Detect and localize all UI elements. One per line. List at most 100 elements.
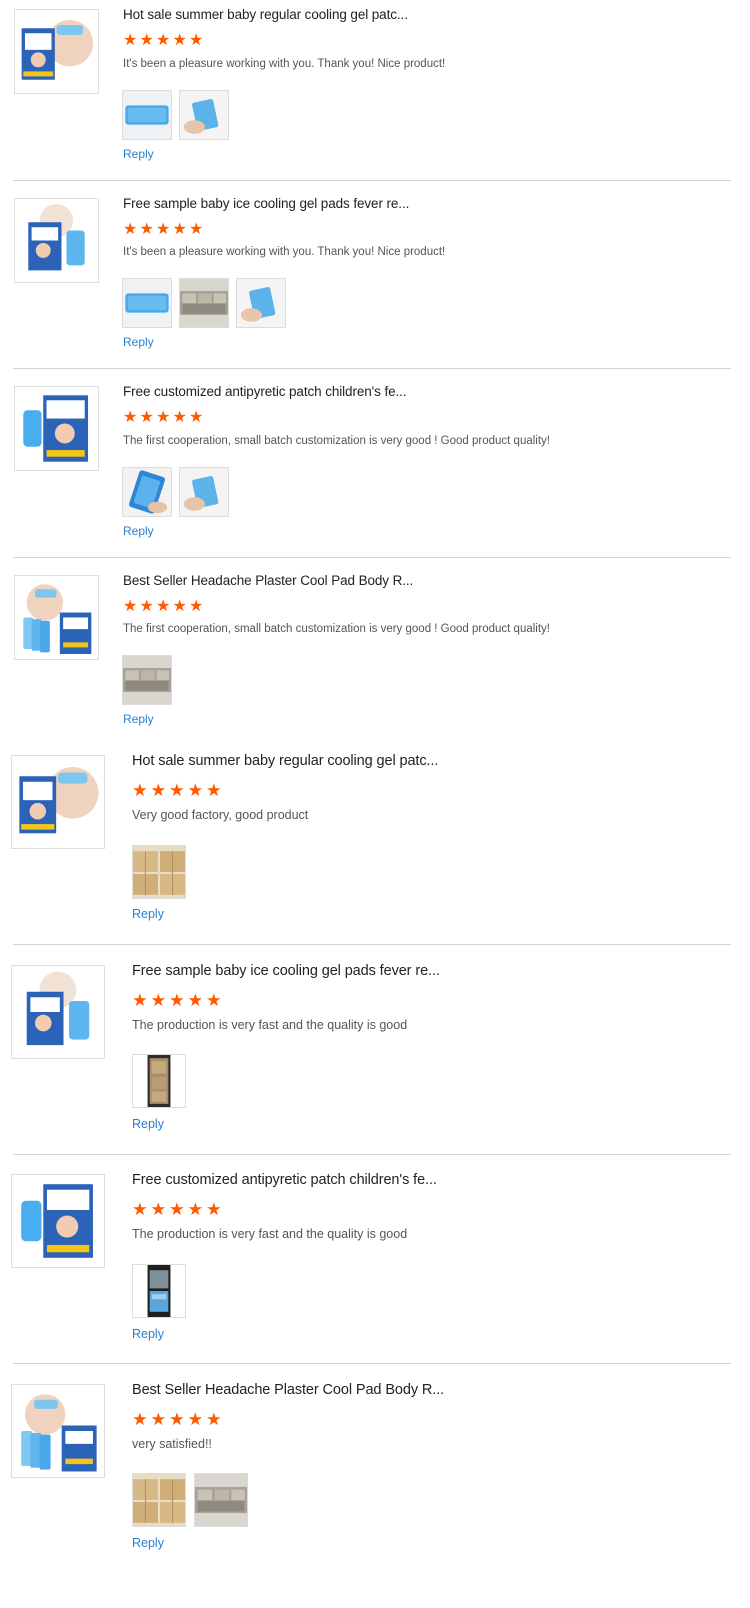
star-rating: ★ ★ ★ ★ ★ xyxy=(132,990,225,1010)
review-photo[interactable] xyxy=(122,467,172,517)
reply-link[interactable]: Reply xyxy=(123,147,154,161)
reply-link[interactable]: Reply xyxy=(132,1327,164,1341)
review-photo[interactable] xyxy=(179,467,229,517)
review-photos xyxy=(122,655,172,705)
divider xyxy=(13,180,731,181)
star-icon: ★ xyxy=(172,598,187,615)
review-comment: The production is very fast and the qual… xyxy=(132,1227,408,1241)
star-icon: ★ xyxy=(132,990,148,1010)
star-icon: ★ xyxy=(132,780,148,800)
star-icon: ★ xyxy=(156,409,171,426)
product-thumbnail[interactable] xyxy=(14,386,99,471)
divider xyxy=(13,1154,731,1155)
product-thumbnail[interactable] xyxy=(14,198,99,283)
review-photo[interactable] xyxy=(122,655,172,705)
star-icon: ★ xyxy=(150,780,167,800)
review-photos xyxy=(132,1264,186,1318)
review-comment: The first cooperation, small batch custo… xyxy=(123,435,550,447)
product-title[interactable]: Free customized antipyretic patch childr… xyxy=(132,1172,437,1188)
reply-link[interactable]: Reply xyxy=(123,712,154,726)
product-image xyxy=(12,1385,104,1477)
star-icon: ★ xyxy=(156,598,171,615)
review-photo[interactable] xyxy=(132,845,186,899)
review-comment: The production is very fast and the qual… xyxy=(132,1018,408,1032)
review-comment: It's been a pleasure working with you. T… xyxy=(123,246,446,258)
product-image xyxy=(12,1175,104,1267)
product-thumbnail[interactable] xyxy=(11,1384,105,1478)
review-photo[interactable] xyxy=(132,1473,186,1527)
divider xyxy=(13,944,731,945)
product-title[interactable]: Best Seller Headache Plaster Cool Pad Bo… xyxy=(123,573,413,588)
star-icon: ★ xyxy=(189,221,204,238)
product-title[interactable]: Free sample baby ice cooling gel pads fe… xyxy=(132,963,440,979)
divider xyxy=(13,368,731,369)
review-photos xyxy=(122,467,229,517)
star-icon: ★ xyxy=(156,32,171,49)
star-icon: ★ xyxy=(187,780,204,800)
reply-link[interactable]: Reply xyxy=(132,907,164,921)
product-title[interactable]: Free customized antipyretic patch childr… xyxy=(123,384,407,399)
review-comment: Very good factory, good product xyxy=(132,808,309,822)
star-icon: ★ xyxy=(139,32,154,49)
product-thumbnail[interactable] xyxy=(14,9,99,94)
star-icon: ★ xyxy=(206,1409,222,1429)
review-photos xyxy=(132,845,186,899)
star-icon: ★ xyxy=(150,1199,167,1219)
star-icon: ★ xyxy=(132,1409,148,1429)
star-icon: ★ xyxy=(189,409,204,426)
review-photo[interactable] xyxy=(122,278,172,328)
star-rating: ★ ★ ★ ★ ★ xyxy=(132,780,225,800)
product-thumbnail[interactable] xyxy=(11,755,105,849)
review-photo[interactable] xyxy=(132,1054,186,1108)
review-photo[interactable] xyxy=(122,90,172,140)
product-title[interactable]: Best Seller Headache Plaster Cool Pad Bo… xyxy=(132,1382,444,1398)
review-photos xyxy=(132,1473,248,1527)
star-icon: ★ xyxy=(206,780,222,800)
star-icon: ★ xyxy=(123,409,138,426)
star-icon: ★ xyxy=(123,221,138,238)
product-thumbnail[interactable] xyxy=(11,965,105,1059)
star-rating: ★ ★ ★ ★ ★ xyxy=(123,410,206,426)
divider xyxy=(13,1363,731,1364)
star-icon: ★ xyxy=(139,409,154,426)
star-rating: ★ ★ ★ ★ ★ xyxy=(123,33,206,49)
product-thumbnail[interactable] xyxy=(11,1174,105,1268)
review-comment: It's been a pleasure working with you. T… xyxy=(123,58,446,70)
product-image xyxy=(15,387,98,470)
star-icon: ★ xyxy=(169,1199,185,1219)
review-comment: The first cooperation, small batch custo… xyxy=(123,623,550,635)
review-photos xyxy=(122,90,229,140)
star-icon: ★ xyxy=(172,409,187,426)
star-icon: ★ xyxy=(123,32,138,49)
review-photos xyxy=(122,278,286,328)
star-icon: ★ xyxy=(150,990,167,1010)
product-image xyxy=(15,576,98,659)
review-photo[interactable] xyxy=(179,278,229,328)
product-title[interactable]: Hot sale summer baby regular cooling gel… xyxy=(132,753,438,769)
star-rating: ★ ★ ★ ★ ★ xyxy=(123,222,206,238)
star-icon: ★ xyxy=(189,598,204,615)
review-photo[interactable] xyxy=(132,1264,186,1318)
review-photo[interactable] xyxy=(179,90,229,140)
star-rating: ★ ★ ★ ★ ★ xyxy=(132,1409,225,1429)
reply-link[interactable]: Reply xyxy=(123,524,154,538)
star-rating: ★ ★ ★ ★ ★ xyxy=(123,599,206,615)
review-photo[interactable] xyxy=(194,1473,248,1527)
star-icon: ★ xyxy=(172,221,187,238)
star-rating: ★ ★ ★ ★ ★ xyxy=(132,1199,225,1219)
product-title[interactable]: Free sample baby ice cooling gel pads fe… xyxy=(123,196,409,211)
star-icon: ★ xyxy=(156,221,171,238)
star-icon: ★ xyxy=(169,780,185,800)
star-icon: ★ xyxy=(187,1409,204,1429)
reply-link[interactable]: Reply xyxy=(132,1117,164,1131)
reply-link[interactable]: Reply xyxy=(123,335,154,349)
star-icon: ★ xyxy=(150,1409,167,1429)
product-title[interactable]: Hot sale summer baby regular cooling gel… xyxy=(123,7,408,22)
star-icon: ★ xyxy=(187,1199,204,1219)
reply-link[interactable]: Reply xyxy=(132,1536,164,1550)
product-thumbnail[interactable] xyxy=(14,575,99,660)
review-photo[interactable] xyxy=(236,278,286,328)
product-image xyxy=(12,966,104,1058)
star-icon: ★ xyxy=(169,1409,185,1429)
star-icon: ★ xyxy=(139,221,154,238)
